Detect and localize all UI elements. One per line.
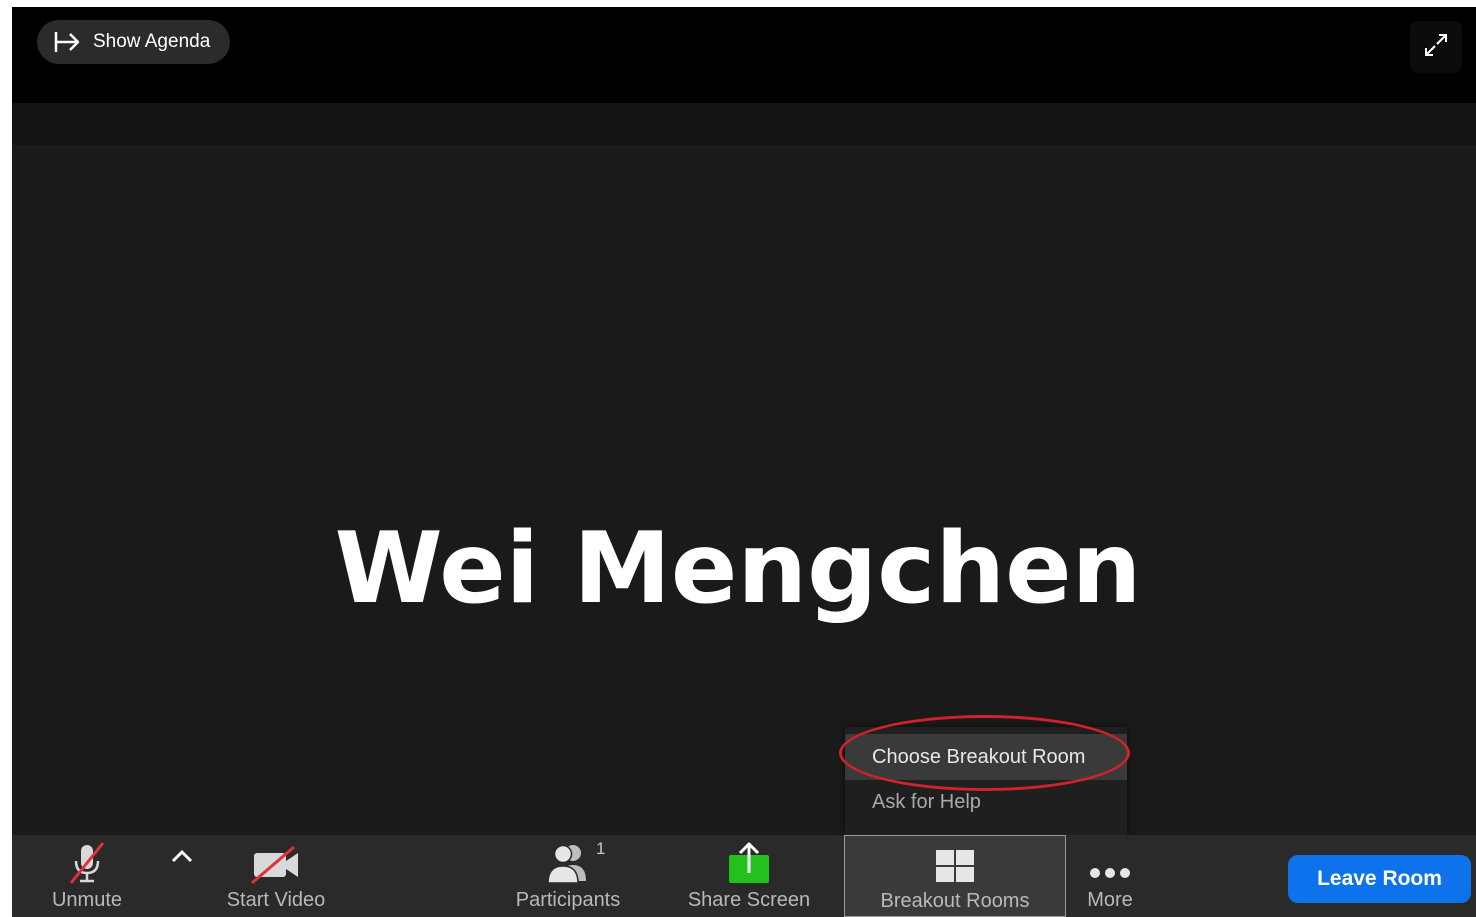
start-video-label: Start Video [226, 889, 326, 911]
menu-item-choose-breakout-room[interactable]: Choose Breakout Room [845, 734, 1127, 780]
breakout-rooms-label: Breakout Rooms [880, 890, 1030, 912]
grid-four-icon [934, 836, 976, 886]
people-icon [542, 835, 594, 885]
arrow-right-bar-icon [53, 30, 81, 54]
fullscreen-button[interactable] [1410, 21, 1462, 73]
bottom-toolbar: Unmute Start Video Participants 1 Share … [12, 835, 1476, 917]
share-screen-label: Share Screen [687, 889, 811, 911]
menu-item-ask-for-help[interactable]: Ask for Help [845, 779, 1127, 825]
ellipsis-icon [1086, 835, 1134, 885]
share-screen-button[interactable]: Share Screen [686, 835, 812, 917]
breakout-popup-menu: Choose Breakout Room Ask for Help [845, 727, 1127, 835]
chevron-up-icon [171, 849, 193, 868]
breakout-rooms-button[interactable]: Breakout Rooms [844, 835, 1066, 917]
participants-label: Participants [515, 889, 621, 911]
leave-room-button[interactable]: Leave Room [1288, 855, 1471, 903]
more-label: More [1087, 889, 1133, 911]
unmute-button[interactable]: Unmute [40, 835, 134, 917]
expand-arrows-icon [1423, 32, 1449, 63]
meeting-window: Show Agenda Wei Mengchen Choose Breakout… [12, 7, 1476, 917]
more-button[interactable]: More [1080, 835, 1140, 917]
unmute-label: Unmute [51, 889, 123, 911]
audio-options-caret[interactable] [167, 845, 197, 871]
participants-button[interactable]: Participants [510, 835, 626, 917]
sub-header-strip [12, 103, 1476, 145]
show-agenda-button[interactable]: Show Agenda [37, 20, 231, 64]
share-upload-icon [725, 835, 773, 885]
microphone-muted-icon [65, 835, 109, 885]
show-agenda-label: Show Agenda [93, 31, 211, 52]
participants-count: 1 [596, 839, 606, 858]
participant-name: Wei Mengchen [334, 512, 1142, 626]
video-camera-off-icon [248, 835, 304, 885]
top-bar: Show Agenda [12, 7, 1476, 103]
start-video-button[interactable]: Start Video [220, 835, 332, 917]
